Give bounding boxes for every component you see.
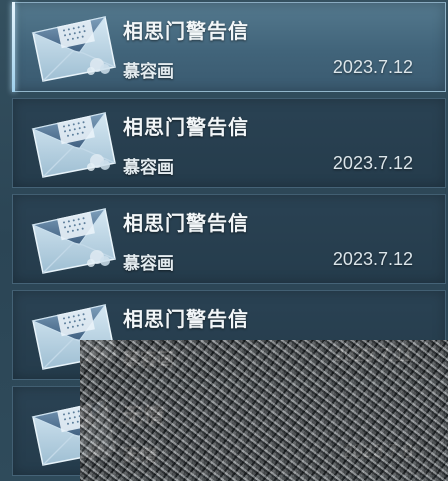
mail-subject: 相思门警告信 [123,211,249,235]
mail-item[interactable]: 相思门警告信 慕容画 2023.7.12 [12,98,446,188]
mail-list: 相思门警告信 慕容画 2023.7.12 相思门警告信 慕容画 2023.7.1… [0,0,448,481]
mail-item[interactable]: 无情 无情 2023.7.8 [12,386,446,476]
envelope-icon [27,109,119,179]
mail-subject: 无情 [123,403,165,427]
mail-date: 2023.7.12 [332,249,413,269]
envelope-icon [27,301,119,371]
envelope-icon [27,13,119,83]
envelope-icon [27,397,119,467]
mail-sender: 无情 [123,446,157,466]
mail-date: 2023.7.8 [342,441,413,461]
mail-item[interactable]: 相思门警告信 慕容画 2023.7.11 [12,290,446,380]
mail-date: 2023.7.11 [334,345,413,365]
mail-sender: 慕容画 [123,254,174,274]
mail-item[interactable]: 相思门警告信 慕容画 2023.7.12 [12,194,446,284]
mail-sender: 慕容画 [123,350,174,370]
mail-subject: 相思门警告信 [123,307,249,331]
mail-subject: 相思门警告信 [123,19,249,43]
envelope-icon [27,205,119,275]
mail-subject: 相思门警告信 [123,115,249,139]
mail-item-selected[interactable]: 相思门警告信 慕容画 2023.7.12 [12,2,446,92]
mail-date: 2023.7.12 [332,153,413,173]
mail-sender: 慕容画 [123,158,174,178]
mail-sender: 慕容画 [123,62,174,82]
mail-date: 2023.7.12 [332,57,413,77]
